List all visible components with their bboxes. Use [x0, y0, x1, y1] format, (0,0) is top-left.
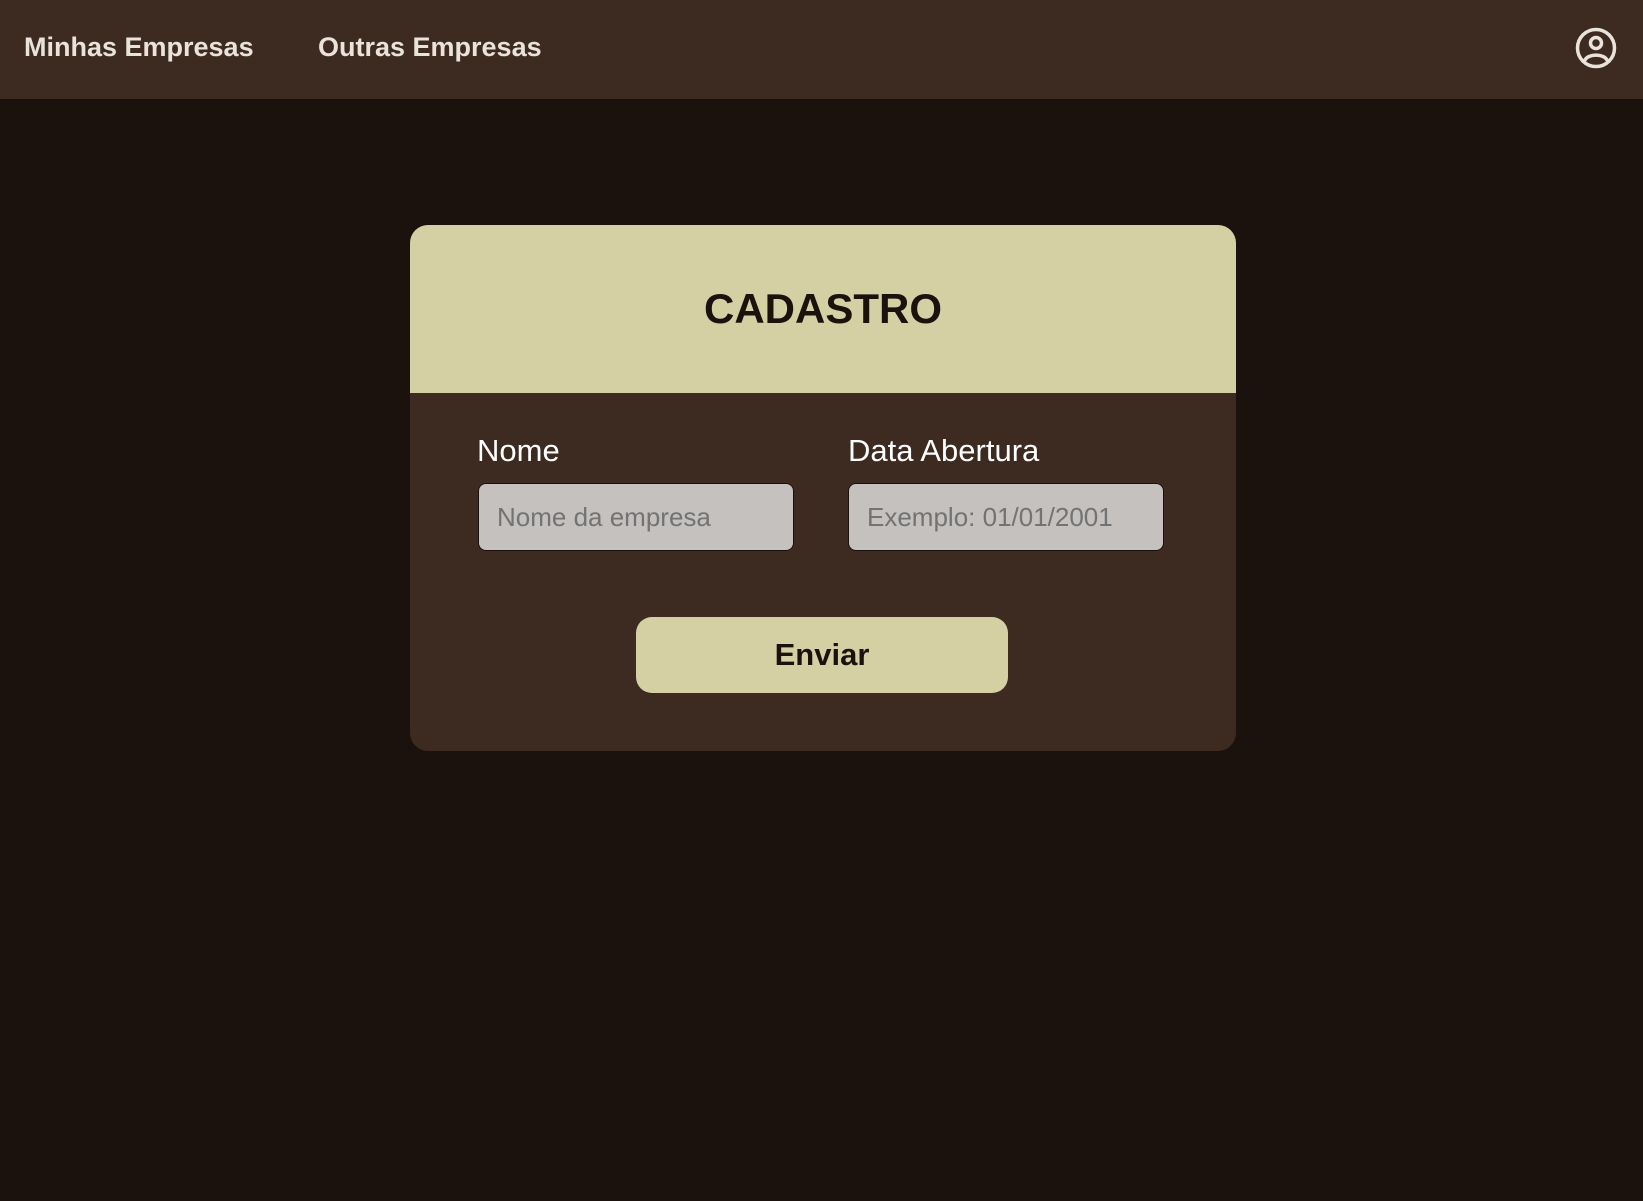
data-abertura-input[interactable] [848, 483, 1164, 551]
user-circle-icon[interactable] [1575, 27, 1617, 69]
nome-input[interactable] [478, 483, 794, 551]
card-header: CADASTRO [410, 225, 1236, 393]
nav-link-outras-empresas[interactable]: Outras Empresas [318, 31, 542, 63]
enviar-button[interactable]: Enviar [636, 617, 1008, 693]
form-title: CADASTRO [704, 285, 942, 332]
cadastro-card: CADASTRO Nome Data Abertura Enviar [410, 225, 1236, 751]
nome-label: Nome [477, 433, 560, 468]
nav-link-minhas-empresas[interactable]: Minhas Empresas [24, 31, 254, 63]
data-abertura-label: Data Abertura [848, 433, 1040, 468]
top-navbar: Minhas Empresas Outras Empresas [0, 0, 1643, 99]
